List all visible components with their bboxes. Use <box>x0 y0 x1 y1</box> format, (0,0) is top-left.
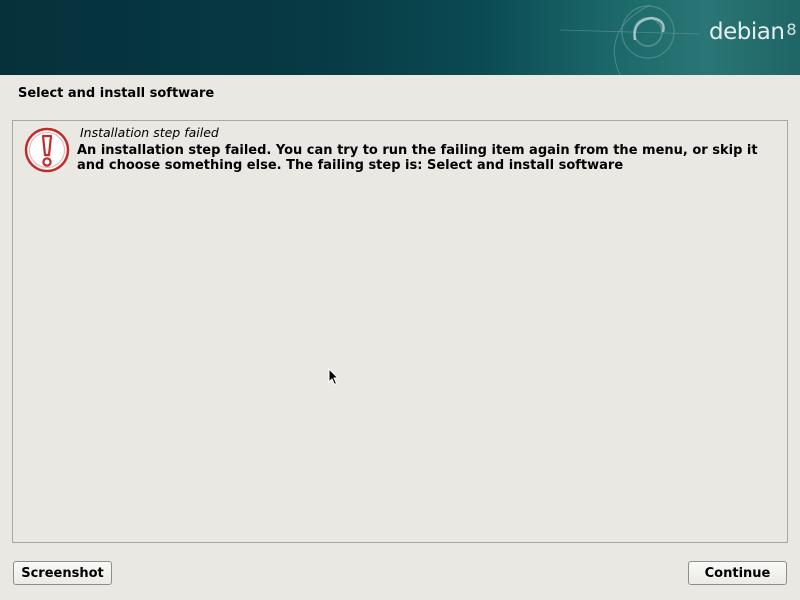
continue-button[interactable]: Continue <box>688 561 787 585</box>
content-panel: Installation step failed An installation… <box>12 120 788 543</box>
page-title: Select and install software <box>18 86 215 101</box>
screenshot-button[interactable]: Screenshot <box>13 561 112 585</box>
alert-heading: Installation step failed <box>80 125 219 140</box>
debian-brand: debian 8 <box>709 19 797 45</box>
header-banner: debian 8 <box>0 0 800 75</box>
alert-message: An installation step failed. You can try… <box>77 143 758 173</box>
brand-name: debian <box>709 19 785 45</box>
brand-version: 8 <box>786 20 797 39</box>
exclamation-icon <box>24 127 70 173</box>
debian-swirl-logo <box>559 4 701 75</box>
mouse-cursor-icon <box>328 368 340 386</box>
